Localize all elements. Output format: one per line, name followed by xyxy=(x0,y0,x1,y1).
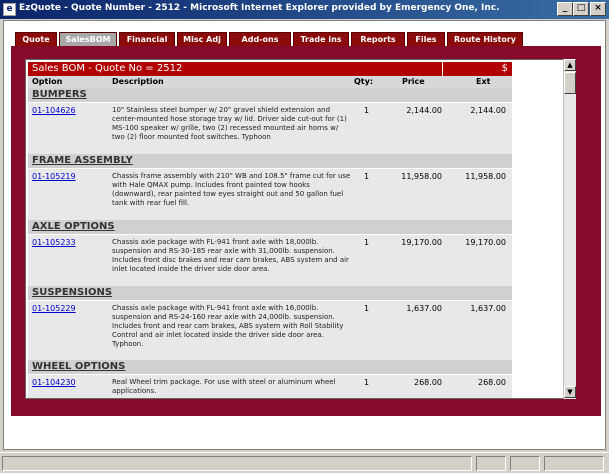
scroll-up-icon[interactable]: ▲ xyxy=(564,59,576,71)
browser-content: Quote SalesBOM Financial Misc Adj Add-on… xyxy=(3,20,606,450)
scroll-down-icon[interactable]: ▼ xyxy=(564,386,576,398)
row-ext: 268.00 xyxy=(478,378,506,387)
maximize-button[interactable]: □ xyxy=(573,2,589,16)
section-wheel-options: WHEEL OPTIONS xyxy=(28,360,512,374)
bom-total: $ 502,082.00 xyxy=(442,62,512,88)
row-qty: 1 xyxy=(364,106,370,115)
row-price: 11,958.00 xyxy=(401,172,442,181)
close-button[interactable]: × xyxy=(590,2,606,16)
tab-add-ons[interactable]: Add-ons xyxy=(229,32,291,46)
option-link[interactable]: 01-105219 xyxy=(32,172,76,181)
tab-reports[interactable]: Reports xyxy=(351,32,405,46)
table-row: 01-105233 Chassis axle package with FL-9… xyxy=(28,234,512,286)
row-qty: 1 xyxy=(364,378,370,387)
row-price: 19,170.00 xyxy=(401,238,442,247)
section-bumpers: BUMPERS xyxy=(28,88,512,102)
window-title: EzQuote - Quote Number - 2512 - Microsof… xyxy=(19,3,500,13)
status-pane xyxy=(476,456,506,471)
section-axle-options: AXLE OPTIONS xyxy=(28,220,512,234)
col-description: Description xyxy=(112,77,164,86)
status-zone-pane xyxy=(544,456,604,471)
status-pane xyxy=(510,456,540,471)
option-link[interactable]: 01-105233 xyxy=(32,238,76,247)
col-option: Option xyxy=(32,77,63,86)
row-ext: 19,170.00 xyxy=(465,238,506,247)
title-bar: e EzQuote - Quote Number - 2512 - Micros… xyxy=(0,0,609,19)
row-price: 1,637.00 xyxy=(406,304,442,313)
status-text-pane xyxy=(2,456,472,471)
tab-financial[interactable]: Financial xyxy=(119,32,175,46)
bom-scrollbar[interactable]: ▲ ▼ xyxy=(563,59,576,399)
column-header-row: Option Description Qty: Price Ext xyxy=(28,76,512,88)
row-qty: 1 xyxy=(364,304,370,313)
option-link[interactable]: 01-104230 xyxy=(32,378,76,387)
status-bar xyxy=(0,452,609,473)
row-qty: 1 xyxy=(364,238,370,247)
col-ext: Ext xyxy=(476,77,491,86)
section-frame-assembly: FRAME ASSEMBLY xyxy=(28,154,512,168)
table-row: 01-104230 Real Wheel trim package. For u… xyxy=(28,374,512,398)
col-qty: Qty: xyxy=(354,77,374,86)
table-row: 01-104626 10" Stainless steel bumper w/ … xyxy=(28,102,512,154)
row-qty: 1 xyxy=(364,172,370,181)
row-price: 268.00 xyxy=(414,378,442,387)
minimize-button[interactable]: _ xyxy=(557,2,573,16)
row-ext: 2,144.00 xyxy=(470,106,506,115)
tab-quote[interactable]: Quote xyxy=(15,32,57,46)
table-row: 01-105219 Chassis frame assembly with 21… xyxy=(28,168,512,220)
row-ext: 11,958.00 xyxy=(465,172,506,181)
row-description: Chassis frame assembly with 210" WB and … xyxy=(112,172,351,207)
row-description: 10" Stainless steel bumper w/ 20" gravel… xyxy=(112,106,347,141)
tab-trade-ins[interactable]: Trade ins xyxy=(293,32,349,46)
tab-misc-adj[interactable]: Misc Adj xyxy=(177,32,227,46)
row-price: 2,144.00 xyxy=(406,106,442,115)
tab-panel: Sales BOM - Quote No = 2512 $ 502,082.00… xyxy=(11,46,601,416)
row-ext: 1,637.00 xyxy=(470,304,506,313)
section-suspensions: SUSPENSIONS xyxy=(28,286,512,300)
option-link[interactable]: 01-104626 xyxy=(32,106,76,115)
ie-icon: e xyxy=(3,3,16,16)
row-description: Real Wheel trim package. For use with st… xyxy=(112,378,336,395)
table-row: 01-105229 Chassis axle package with FL-9… xyxy=(28,300,512,360)
scroll-thumb[interactable] xyxy=(564,72,576,94)
tab-files[interactable]: Files xyxy=(407,32,445,46)
option-link[interactable]: 01-105229 xyxy=(32,304,76,313)
col-price: Price xyxy=(402,77,425,86)
bom-frame: Sales BOM - Quote No = 2512 $ 502,082.00… xyxy=(25,59,573,399)
tab-salesbom[interactable]: SalesBOM xyxy=(59,32,117,46)
tab-route-history[interactable]: Route History xyxy=(447,32,523,46)
bom-title: Sales BOM - Quote No = 2512 xyxy=(28,62,512,76)
row-description: Chassis axle package with FL-941 front a… xyxy=(112,238,349,273)
row-description: Chassis axle package with FL-941 front a… xyxy=(112,304,344,348)
